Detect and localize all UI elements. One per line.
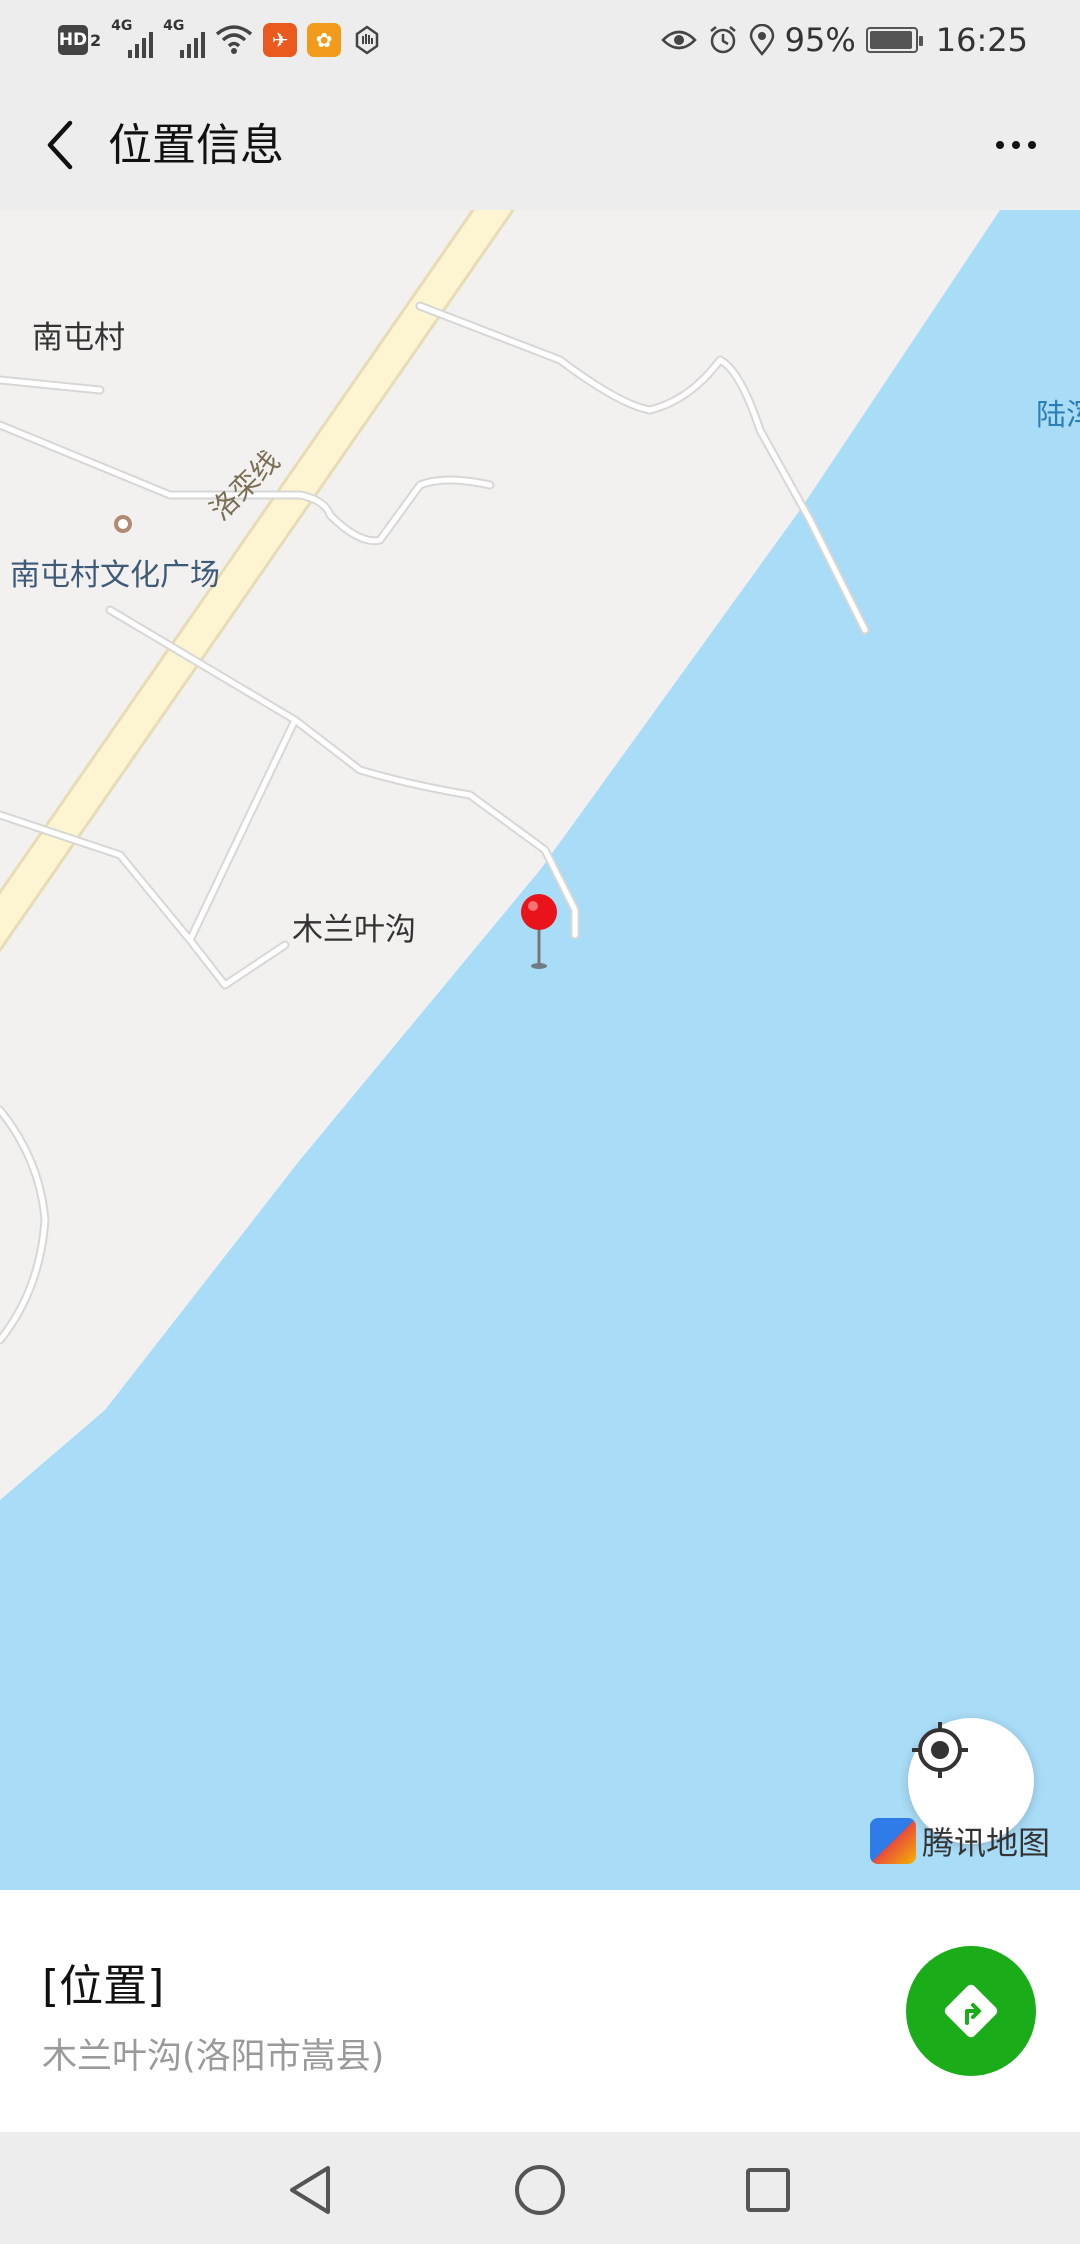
map-label-poi: 南屯村文化广场: [10, 558, 220, 593]
clock: 16:25: [935, 21, 1028, 59]
system-nav-bar: [0, 2132, 1080, 2244]
more-icon-dot: [996, 141, 1004, 149]
navigate-button[interactable]: [906, 1946, 1036, 2076]
location-address: 木兰叶沟(洛阳市嵩县): [42, 2037, 385, 2077]
app-notification-icon: ✈: [263, 23, 298, 57]
app-notification-icon: ✿: [307, 23, 342, 57]
map-canvas: [0, 210, 1080, 1890]
location-info-panel: [位置] 木兰叶沟(洛阳市嵩县): [0, 1890, 1080, 2132]
more-button[interactable]: [980, 115, 1052, 175]
home-circle-icon: [515, 2165, 565, 2215]
hd-label: HD: [58, 30, 88, 50]
locate-icon: [912, 1722, 968, 1778]
map-label-water: 陆浑: [1036, 398, 1080, 433]
tencent-map-logo-icon: [870, 1818, 916, 1864]
status-bar: HD 2 4G 4G ✈ ✿ 95% 16:25: [0, 0, 1080, 80]
status-right-icons: 95% 16:25: [660, 18, 1028, 62]
eye-comfort-icon: [660, 30, 697, 50]
more-icon-dot: [1028, 141, 1036, 149]
hd-volte-icon: HD: [58, 25, 88, 55]
wifi-icon: [216, 25, 253, 54]
battery-icon: [865, 27, 923, 53]
system-home-button[interactable]: [510, 2160, 570, 2220]
alarm-icon: [709, 26, 736, 54]
map-brand: 腾讯地图: [870, 1818, 1050, 1864]
back-button[interactable]: [30, 115, 90, 175]
more-icon-dot: [1012, 141, 1020, 149]
recents-square-icon: [746, 2168, 790, 2212]
status-left-icons: HD 2 4G 4G ✈ ✿: [58, 18, 383, 62]
brand-text: 腾讯地图: [922, 1824, 1051, 1862]
signal-icon: 4G: [163, 18, 206, 58]
system-back-button[interactable]: [280, 2160, 340, 2220]
hand-icon: [355, 25, 379, 55]
location-icon: [749, 24, 774, 56]
battery-percent: 95%: [784, 21, 856, 59]
back-triangle-icon: [290, 2166, 330, 2214]
navigate-icon: [944, 1984, 998, 2038]
map-view[interactable]: 南屯村 南屯村文化广场 木兰叶沟 洛栾线 陆浑 腾讯地图: [0, 210, 1080, 1890]
title-bar: 位置信息: [0, 80, 1080, 210]
location-title: [位置]: [42, 1961, 165, 2012]
page-title: 位置信息: [108, 120, 284, 171]
hd-sub-label: 2: [90, 30, 102, 50]
signal-icon: 4G: [111, 18, 154, 58]
system-recents-button[interactable]: [738, 2160, 798, 2220]
map-label-village: 南屯村: [32, 320, 125, 356]
chevron-left-icon: [47, 120, 73, 170]
map-label-place: 木兰叶沟: [292, 912, 416, 948]
poi-dot: [114, 515, 132, 533]
